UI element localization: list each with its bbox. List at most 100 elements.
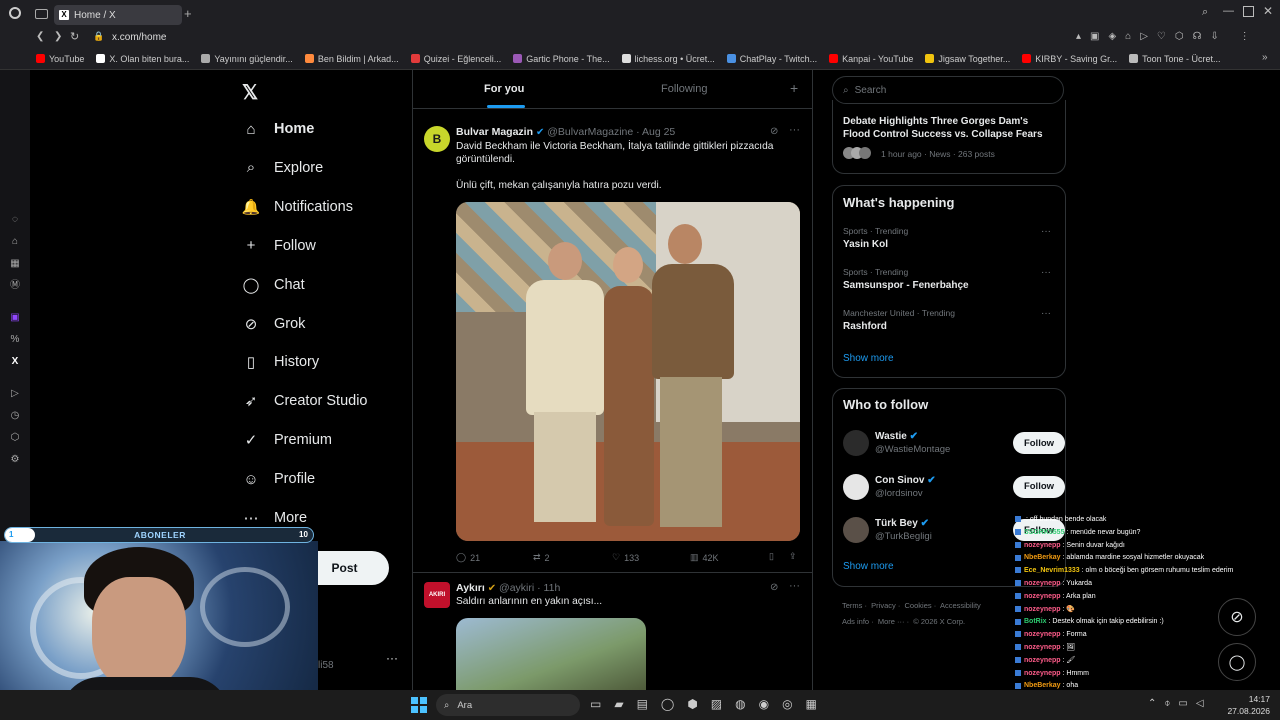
bookmark-item[interactable]: YouTube — [36, 54, 84, 64]
bookmark-item[interactable]: Kanpai - YouTube — [829, 54, 913, 64]
taskbar-clock[interactable]: 14:17 27.08.2026 — [1226, 693, 1270, 717]
trend-item[interactable]: Sports · Trending Samsunspor - Fenerbahçe… — [843, 267, 1055, 303]
nav-item-notifications[interactable]: 🔔 Notifications — [242, 198, 353, 216]
nav-item-profile[interactable]: ☺ Profile — [242, 470, 315, 488]
follow-show-more[interactable]: Show more — [843, 561, 894, 572]
repost-button[interactable]: ⇄ 2 — [533, 552, 550, 563]
nav-item-more[interactable]: ⋯ More — [242, 509, 308, 527]
bookmark-item[interactable]: lichess.org • Ücret... — [621, 54, 715, 64]
avatar[interactable] — [843, 517, 869, 543]
post-date[interactable]: Aug 25 — [642, 126, 675, 138]
bookmark-item[interactable]: Gartic Phone - The... — [513, 54, 610, 64]
forward-icon[interactable]: ❯ — [54, 31, 62, 42]
system-tray-icons[interactable]: ⌃⌽▭◁ — [1148, 698, 1212, 709]
bookmark-item[interactable]: KIRBY - Saving Gr... — [1022, 54, 1117, 64]
nav-item-chat[interactable]: ◯ Chat — [242, 276, 305, 294]
follow-handle[interactable]: @lordsinov — [875, 488, 923, 499]
nav-item-home[interactable]: ⌂ Home — [242, 120, 314, 138]
avatar[interactable]: B — [424, 126, 450, 152]
nav-item-grok[interactable]: ⊘ Grok — [242, 315, 306, 333]
post-more-icon[interactable]: ··· — [789, 580, 800, 592]
taskbar-search[interactable]: ⌕ Ara — [436, 694, 580, 716]
bookmark-item[interactable]: Jigsaw Together... — [925, 54, 1010, 64]
trends-show-more[interactable]: Show more — [843, 353, 894, 364]
opera-logo-icon[interactable] — [9, 7, 21, 19]
close-window-icon[interactable]: ✕ — [1263, 4, 1273, 18]
post-photo[interactable] — [456, 202, 800, 541]
bookmark-item[interactable]: Yayınını güçlendir... — [201, 54, 293, 64]
tab-following[interactable]: Following — [661, 83, 707, 95]
sidebar-extensions-icon[interactable]: ⬡ — [9, 432, 21, 444]
bookmarks-overflow-icon[interactable]: » — [1262, 52, 1268, 63]
grok-icon[interactable]: ⊘ — [770, 582, 778, 593]
sidebar-twitch-icon[interactable]: ▣ — [9, 312, 21, 324]
search-tabs-icon[interactable]: ⌕ — [1202, 6, 1208, 19]
nav-item-explore[interactable]: ⌕ Explore — [242, 159, 323, 177]
share-icon[interactable]: ⇪ — [789, 551, 797, 562]
browser-tab-home[interactable]: X Home / X — [54, 5, 182, 25]
post-author-name[interactable]: Bulvar Magazin — [456, 126, 533, 138]
trend-more-icon[interactable]: ··· — [1041, 308, 1051, 319]
grok-icon[interactable]: ⊘ — [770, 126, 778, 137]
trend-more-icon[interactable]: ··· — [1041, 267, 1051, 278]
bookmark-item[interactable]: Quizei - Eğlenceli... — [410, 54, 501, 64]
follow-suggestion[interactable]: Con Sinov ✔ @lordsinov Follow — [843, 473, 1065, 503]
footer-privacy[interactable]: Privacy — [871, 601, 896, 610]
footer-accessibility[interactable]: Accessibility — [940, 601, 981, 610]
follow-button[interactable]: Follow — [1013, 475, 1065, 498]
nav-item-premium[interactable]: ✓ Premium — [242, 431, 332, 449]
post-author-name[interactable]: Aykırı — [456, 582, 485, 594]
bookmark-item[interactable]: Ben Bildim | Arkad... — [304, 54, 399, 64]
post-author-handle[interactable]: @BulvarMagazine — [547, 126, 633, 138]
add-tab-icon[interactable]: + — [790, 80, 798, 96]
post-media[interactable] — [456, 618, 646, 690]
sidebar-x-icon[interactable]: X — [9, 356, 21, 368]
footer-ads-info[interactable]: Ads info — [842, 617, 869, 626]
follow-suggestion[interactable]: Wastie ✔ @WastieMontage Follow — [843, 429, 1065, 459]
post-date[interactable]: 11h — [544, 582, 561, 594]
minimize-icon[interactable]: — — [1223, 5, 1234, 17]
footer-more[interactable]: More ··· — [878, 617, 905, 626]
follow-button[interactable]: Follow — [1013, 432, 1065, 454]
sidebar-bag-icon[interactable]: ⌂ — [9, 236, 21, 248]
bookmark-item[interactable]: X. Olan biten bura... — [96, 54, 189, 64]
footer-cookies[interactable]: Cookies — [905, 601, 932, 610]
url-text[interactable]: x.com/home — [112, 32, 166, 43]
new-tab-icon[interactable]: + — [184, 6, 192, 21]
follow-name[interactable]: Con Sinov — [875, 475, 924, 486]
bookmark-item[interactable]: Toon Tone - Ücret... — [1129, 54, 1221, 64]
nav-item-follow[interactable]: + Follow — [242, 237, 316, 255]
post-bulvar-magazin[interactable]: B Bulvar Magazin ✔ @BulvarMagazine · Aug… — [413, 118, 812, 573]
sidebar-aria-icon[interactable]: ◌ — [9, 214, 21, 226]
avatar[interactable] — [843, 473, 869, 500]
sidebar-clock-icon[interactable]: ◷ — [9, 410, 21, 422]
follow-handle[interactable]: @WastieMontage — [875, 444, 950, 455]
sidebar-m-icon[interactable]: Ⓜ — [9, 280, 21, 292]
views-button[interactable]: ▥ 42K — [690, 552, 719, 563]
bookmark-item[interactable]: ChatPlay - Twitch... — [726, 54, 817, 64]
follow-name[interactable]: Türk Bey — [875, 518, 918, 529]
reload-icon[interactable]: ↻ — [70, 30, 79, 43]
maximize-icon[interactable] — [1243, 6, 1254, 17]
trend-more-icon[interactable]: ··· — [1041, 226, 1051, 237]
follow-handle[interactable]: @TurkBegligi — [875, 531, 932, 542]
footer-terms[interactable]: Terms — [842, 601, 862, 610]
sidebar-pattern-icon[interactable]: ▦ — [9, 258, 21, 270]
follow-name[interactable]: Wastie — [875, 431, 907, 442]
trend-item[interactable]: Manchester United · Trending Rashford ··· — [843, 308, 1055, 344]
post-more-icon[interactable]: ··· — [789, 124, 800, 136]
x-logo-icon[interactable]: 𝕏 — [242, 80, 258, 105]
bookmark-icon[interactable]: ▯ — [769, 551, 774, 562]
sidebar-play-icon[interactable]: ▷ — [9, 388, 21, 400]
tab-for-you[interactable]: For you — [484, 83, 524, 95]
account-handle[interactable]: li58 — [318, 660, 334, 671]
avatar[interactable]: AKIRI — [424, 582, 450, 608]
sidebar-percent-icon[interactable]: % — [9, 334, 21, 346]
windows-start-icon[interactable] — [411, 697, 427, 713]
back-icon[interactable]: ❮ — [36, 31, 44, 42]
nav-item-history[interactable]: ▯ History — [242, 353, 319, 371]
account-more-icon[interactable]: ··· — [386, 651, 398, 665]
nav-item-creator-studio[interactable]: ➶ Creator Studio — [242, 392, 368, 410]
trend-item[interactable]: Sports · Trending Yasin Kol ··· — [843, 226, 1055, 262]
avatar[interactable] — [843, 430, 869, 456]
